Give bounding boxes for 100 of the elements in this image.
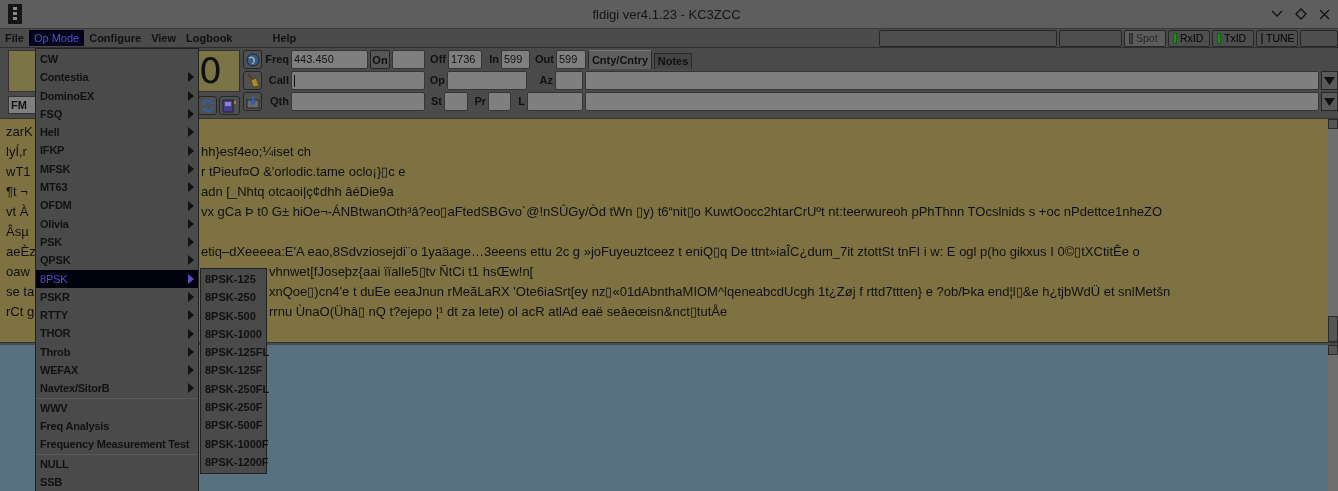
scrollbar[interactable] [1328, 345, 1338, 491]
input-field[interactable]: 599 [501, 50, 530, 69]
input-field[interactable] [444, 92, 468, 111]
input-field[interactable] [291, 92, 425, 111]
menu-item[interactable]: THOR [36, 324, 198, 343]
menu-item[interactable]: QPSK [36, 251, 198, 270]
submenu-arrow-icon [186, 237, 194, 248]
menu-item[interactable]: NULL [36, 454, 198, 473]
book-icon[interactable] [219, 96, 240, 115]
menu-item[interactable]: MT63 [36, 178, 198, 197]
combo-field[interactable] [585, 71, 1319, 90]
menu-item[interactable]: 8PSK-1000F [201, 434, 266, 453]
menu-item[interactable]: WWV [36, 398, 198, 417]
field-label: L [517, 94, 525, 109]
menu-item[interactable]: 8PSK [36, 269, 198, 288]
menu-bar-item[interactable]: Configure [84, 30, 147, 46]
submenu-arrow-icon [186, 273, 194, 284]
menu-item[interactable]: FSQ [36, 104, 198, 124]
window-title: fldigi ver4.1.23 - KC3ZCC [591, 6, 742, 22]
menu-bar-item[interactable]: Help [267, 30, 302, 46]
close-icon[interactable] [1319, 8, 1330, 20]
received-text: vhnwet[fJoseþz{aai ïïalle5▯tv ÑtCi t1 hsŒw!n[ [269, 263, 534, 281]
menu-item[interactable]: RTTY [36, 306, 198, 325]
menu-item[interactable]: 8PSK-125 [201, 270, 266, 289]
submenu-arrow-icon [186, 292, 194, 302]
menu-item[interactable]: Contestia [36, 68, 198, 87]
globe-icon[interactable] [243, 50, 262, 69]
menu-item[interactable]: 8PSK-250 [201, 288, 266, 307]
scroll-up-icon[interactable] [1328, 119, 1338, 129]
received-text: ¶t ¬ [6, 183, 28, 201]
received-text: aeÈz [6, 243, 36, 261]
maximize-icon[interactable] [1295, 8, 1307, 20]
toggle-button[interactable]: RxID [1168, 29, 1210, 47]
menu-bar-item[interactable]: View [146, 30, 182, 46]
menu-item[interactable]: WEFAX [36, 361, 198, 380]
menu-item[interactable]: MFSK [36, 159, 198, 179]
input-field[interactable] [392, 50, 425, 69]
broom-icon[interactable] [243, 71, 262, 90]
menu-item[interactable]: CW [36, 50, 198, 69]
save-icon[interactable] [243, 92, 262, 111]
received-text: r tPieuf¤O &'orlodic.tame oclo¡}▯c e [201, 163, 406, 181]
menu-item[interactable]: 8PSK-500 [201, 306, 266, 325]
scrollbar[interactable] [1328, 119, 1338, 342]
menu-item[interactable]: PSK [36, 232, 198, 252]
input-field[interactable]: 599 [556, 50, 586, 69]
toggle-button[interactable]: TUNE [1256, 29, 1298, 47]
dropdown-arrow-icon [1324, 76, 1335, 85]
menu-item[interactable]: PSKR [36, 287, 198, 307]
tab[interactable]: Cnty/Cntry [588, 50, 652, 69]
blank-button[interactable] [1300, 29, 1338, 47]
field-label: Call [267, 73, 289, 88]
submenu-arrow-icon [186, 365, 194, 376]
menu-item[interactable]: Olivia [36, 214, 198, 233]
submenu-arrow-icon [186, 310, 194, 321]
combo-field[interactable] [585, 92, 1319, 111]
mode-field[interactable]: FM [8, 96, 36, 114]
submenu-arrow-icon [186, 90, 194, 101]
scroll-up-icon[interactable] [1328, 345, 1338, 355]
menu-item[interactable]: Frequency Measurement Test [36, 435, 198, 454]
field-label: Az [538, 73, 553, 88]
received-text: rrnu ÙnaO(Ühâ▯ nQ t?ejepo ¦¹ dt za lete) ol acR atlAd eaë seâeœisn&nct▯tutÅe [269, 303, 728, 321]
menu-item[interactable]: 8PSK-1200F [201, 452, 266, 472]
input-field[interactable] [527, 92, 583, 111]
field-label: St [430, 94, 442, 109]
received-text: oaw [6, 263, 30, 281]
menu-item[interactable]: 8PSK-500F [201, 416, 266, 435]
input-field[interactable] [447, 71, 527, 90]
menu-item[interactable]: Throb [36, 342, 198, 362]
scroll-thumb[interactable] [1328, 316, 1338, 342]
menu-item[interactable]: 8PSK-125F [201, 361, 266, 380]
submenu-arrow-icon [186, 127, 194, 138]
menu-bar-item[interactable]: File [0, 30, 29, 46]
input-field[interactable]: 443.450 [291, 50, 368, 69]
dropdown-button[interactable] [1321, 71, 1338, 90]
received-text: xnQoe▯)cn4'e t duEe eeaJnun rMeãLaRX 'Ote6iaSrt[ey nz▯«01dAbnthaMIOM^lqeneabcdUcgh 1t¿Zøj f rttd7ttten} e ?ob/Þka end¦l▯&e h¿tjbWdÜ et snlMetšn [269, 283, 1171, 301]
menu-item[interactable]: Navtex/SitorB [36, 379, 198, 398]
menu-bar-item[interactable]: Op Mode [28, 30, 85, 46]
menu-item[interactable]: SSB [36, 472, 198, 491]
menu-item[interactable]: 8PSK-250F [201, 398, 266, 417]
blank-button[interactable] [1059, 29, 1122, 47]
submenu-arrow-icon [186, 383, 194, 394]
menu-item[interactable]: Freq Analysis [36, 416, 198, 436]
menu-item[interactable]: IFKP [36, 141, 198, 160]
toggle-button[interactable]: On [370, 50, 390, 69]
field-label: Freq [264, 52, 289, 67]
field-label: Out [534, 52, 554, 67]
field-label: In [488, 52, 499, 67]
input-field[interactable] [291, 71, 425, 90]
minimize-icon[interactable] [1271, 10, 1283, 18]
input-field[interactable] [488, 92, 511, 111]
dropdown-button[interactable] [1321, 92, 1338, 111]
menu-item[interactable]: Hell [36, 123, 198, 142]
input-field[interactable] [555, 71, 583, 90]
menu-item[interactable]: 8PSK-1000 [201, 324, 266, 344]
input-field[interactable]: 1736 [448, 50, 482, 69]
menu-item[interactable]: OFDM [36, 196, 198, 215]
menu-bar-item[interactable]: Logbook [181, 30, 238, 46]
toggle-button[interactable]: TxID [1212, 29, 1254, 47]
submenu-arrow-icon [186, 328, 194, 339]
blank-button[interactable] [879, 29, 1057, 47]
